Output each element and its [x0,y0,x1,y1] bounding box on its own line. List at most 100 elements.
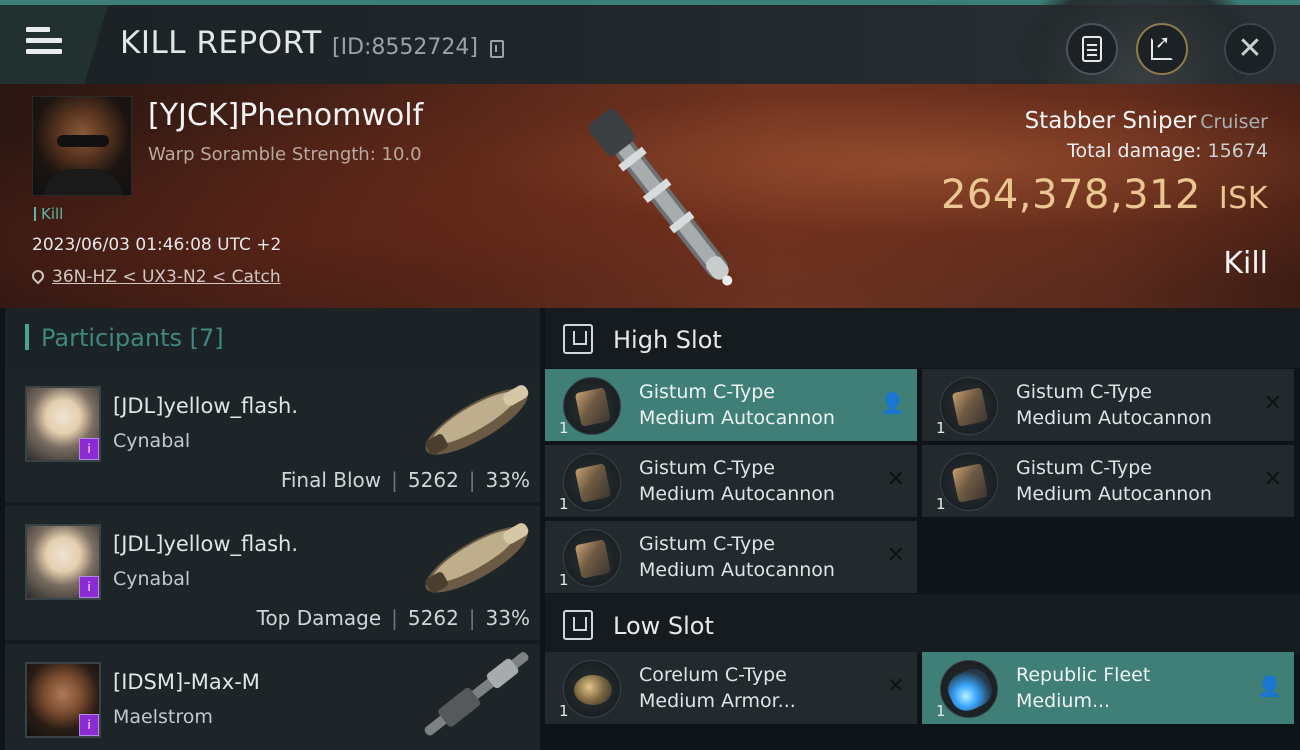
high-slot-label: High Slot [613,326,722,354]
module-name-line1: Gistum C-Type [639,457,775,479]
share-button[interactable] [1136,23,1188,75]
clipboard-button[interactable] [1066,23,1118,75]
victim-summary: [YJCK]Phenomwolf Warp Soramble Strength:… [0,84,1300,308]
dropped-icon: 👤 [1257,674,1282,698]
module-item[interactable]: 1 Republic Fleet Medium... 👤 [922,652,1294,724]
participant-card[interactable]: i [IDSM]-Max-M Maelstrom [5,644,540,750]
autocannon-icon [563,377,621,435]
autocannon-icon [563,529,621,587]
module-name-line2: Medium Autocannon [639,559,835,581]
low-slot-icon [563,610,593,640]
page-title: KILL REPORT [120,25,322,61]
module-name-line1: Gistum C-Type [1016,381,1152,403]
participant-stats: Top Damage | 5262 | 33% [256,606,530,630]
participant-card[interactable]: i [JDL]yellow_flash. Cynabal Final Blow |… [5,368,540,502]
total-damage-value: 15674 [1207,140,1268,162]
low-slot-label: Low Slot [613,612,714,640]
participant-ship-image [425,523,529,594]
participants-header[interactable]: Participants [7] [5,308,540,368]
low-slot-header: Low Slot [545,594,1300,654]
hamburger-icon [26,27,62,60]
clipboard-icon [1082,36,1102,62]
participant-stats: Final Blow | 5262 | 33% [280,468,530,492]
destroyed-icon: ✕ [886,543,905,568]
victim-ship[interactable]: Stabber Sniper Cruiser [1025,108,1268,134]
module-quantity: 1 [559,419,569,437]
module-name-line1: Gistum C-Type [1016,457,1152,479]
total-damage: Total damage: 15674 [1067,140,1268,162]
kill-datetime: 2023/06/03 01:46:08 UTC +2 [32,235,282,255]
autocannon-icon [940,377,998,435]
participant-percent: 33% [485,468,530,492]
ship-class: Cruiser [1200,111,1268,133]
isk-unit: ISK [1218,181,1268,216]
participant-ship: Maelstrom [113,706,213,728]
destroyed-icon: ✕ [1263,467,1282,492]
share-icon [1151,32,1173,60]
autocannon-icon [940,453,998,511]
module-name-line2: Medium Autocannon [1016,483,1212,505]
participant-name: [JDL]yellow_flash. [113,532,299,556]
dropped-icon: 👤 [880,391,905,415]
total-damage-label: Total damage: [1067,140,1202,162]
destroyed-icon: ✕ [886,674,905,699]
module-name-line1: Corelum C-Type [639,664,787,686]
module-item[interactable]: 1 Gistum C-Type Medium Autocannon ✕ [922,369,1294,441]
high-slot-header: High Slot [545,308,1300,368]
participant-ship-image [425,385,529,456]
destroyed-icon: ✕ [1263,391,1282,416]
participant-role: Top Damage [256,606,382,630]
isk-amount: 264,378,312 [940,172,1201,218]
participant-ship: Cynabal [113,430,191,452]
kill-location-link[interactable]: 36N-HZ < UX3-N2 < Catch [29,267,281,287]
menu-button[interactable] [0,5,108,84]
ship-name: Stabber Sniper [1024,108,1197,134]
top-bar: KILL REPORT [ID:8552724] ✕ [0,0,1300,105]
close-icon: ✕ [1237,31,1263,66]
destroyed-icon: ✕ [886,467,905,492]
report-id: [ID:8552724] [332,35,478,60]
isk-value: 264,378,312 ISK [941,172,1268,218]
kill-tag: Kill [34,205,63,223]
participant-damage: 5262 [407,468,459,492]
module-name-line2: Medium Autocannon [639,407,835,429]
fleet-module-icon [940,660,998,718]
copy-icon[interactable] [490,40,504,58]
module-quantity: 1 [936,702,946,720]
location-pin-icon [29,267,47,285]
module-quantity: 1 [936,495,946,513]
module-item[interactable]: 1 Corelum C-Type Medium Armor... ✕ [545,652,917,724]
module-item[interactable]: 1 Gistum C-Type Medium Autocannon ✕ [545,521,917,593]
participant-ship: Cynabal [113,568,191,590]
autocannon-icon [563,453,621,511]
module-name-line2: Medium... [1016,690,1111,712]
participant-name: [IDSM]-Max-M [113,670,260,694]
participant-role: Final Blow [280,468,382,492]
module-name-line2: Medium Armor... [639,690,796,712]
participant-name: [JDL]yellow_flash. [113,394,299,418]
info-badge-icon: i [79,438,99,460]
module-item[interactable]: 1 Gistum C-Type Medium Autocannon 👤 [545,369,917,441]
module-quantity: 1 [559,495,569,513]
close-button[interactable]: ✕ [1224,23,1276,75]
info-badge-icon: i [79,576,99,598]
victim-avatar[interactable] [32,96,132,196]
victim-ship-image [588,108,733,286]
module-quantity: 1 [936,419,946,437]
module-name-line1: Gistum C-Type [639,381,775,403]
module-item[interactable]: 1 Gistum C-Type Medium Autocannon ✕ [922,445,1294,517]
participant-card[interactable]: i [JDL]yellow_flash. Cynabal Top Damage |… [5,506,540,640]
result-label: Kill [1223,246,1268,281]
participant-ship-image [424,652,529,736]
module-quantity: 1 [559,571,569,589]
participant-damage: 5262 [407,606,459,630]
location-text: 36N-HZ < UX3-N2 < Catch [52,267,281,287]
participants-label: Participants [7] [41,324,224,352]
module-item[interactable]: 1 Gistum C-Type Medium Autocannon ✕ [545,445,917,517]
warp-scramble-strength: Warp Soramble Strength: 10.0 [148,144,422,165]
module-name-line2: Medium Autocannon [1016,407,1212,429]
armor-module-icon [563,660,621,718]
victim-name[interactable]: [YJCK]Phenomwolf [148,98,423,133]
module-name-line2: Medium Autocannon [639,483,835,505]
module-quantity: 1 [559,702,569,720]
